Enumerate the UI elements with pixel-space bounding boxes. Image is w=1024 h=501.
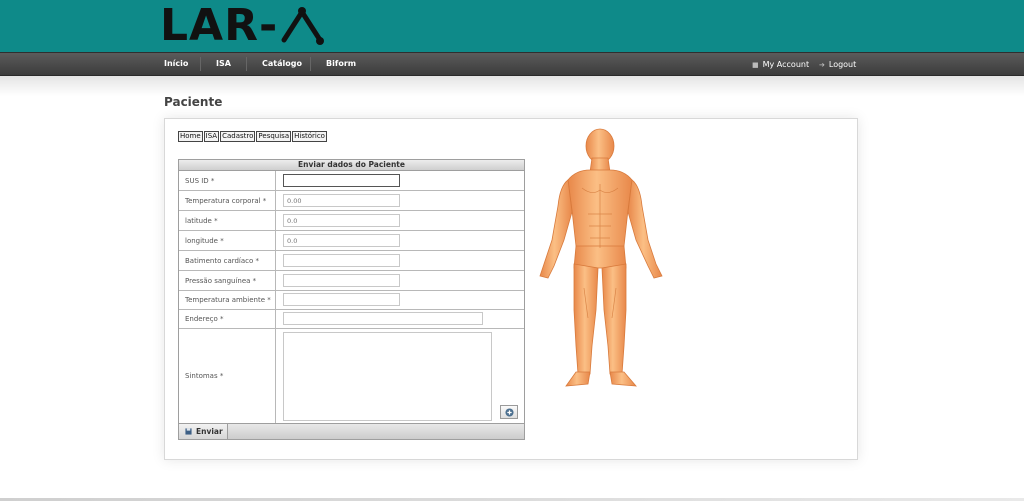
user-icon: ■ [752,60,759,69]
ambient-temperature-input[interactable] [283,293,400,306]
form-row-address: Endereço * [179,310,524,329]
form-caption: Enviar dados do Paciente [179,160,524,171]
logo[interactable]: LAR- [160,4,326,48]
form-row-symptoms: Sintomas * [179,329,524,423]
field-label: latitude * [179,211,276,230]
form-footer: Enviar [179,423,524,439]
save-disk-icon [185,428,192,435]
nav-separator [246,57,247,71]
textarea-action-button[interactable] [500,405,518,419]
symptoms-textarea[interactable] [283,332,492,421]
logout-link[interactable]: ➔ Logout [819,53,856,76]
field-label: Pressão sanguínea * [179,271,276,290]
nav-item-biform[interactable]: Biform [326,53,356,76]
blood-pressure-input[interactable] [283,274,400,287]
form-row-ambient-temp: Temperatura ambiente * [179,291,524,310]
link-cadastro[interactable]: Cadastro [220,131,256,142]
link-historico[interactable]: Histórico [292,131,327,142]
field-label: Temperatura ambiente * [179,291,276,309]
human-body-illustration [539,128,663,387]
form-row-body-temp: Temperatura corporal * [179,191,524,211]
heart-rate-input[interactable] [283,254,400,267]
add-circle-icon [504,407,514,417]
field-label: longitude * [179,231,276,250]
header-bar: LAR- [0,0,1024,52]
address-input[interactable] [283,312,483,325]
form-row-sus-id: SUS ID * [179,171,524,191]
sus-id-input[interactable] [283,174,400,187]
field-label: SUS ID * [179,171,276,190]
field-label: Sintomas * [179,329,276,423]
my-account-label: My Account [762,59,810,69]
form-row-heart-rate: Batimento cardíaco * [179,251,524,271]
field-label: Endereço * [179,310,276,328]
logout-label: Logout [828,59,857,69]
field-label: Temperatura corporal * [179,191,276,210]
submit-label: Enviar [196,427,223,436]
longitude-input[interactable] [283,234,400,247]
breadcrumb-links: Home ISA Cadastro Pesquisa Histórico [178,131,327,142]
nav-item-catalogo[interactable]: Catálogo [262,53,302,76]
header-shadow [0,76,1024,96]
my-account-link[interactable]: ■ My Account [752,53,809,76]
nav-separator [310,57,311,71]
latitude-input[interactable] [283,214,400,227]
field-label: Batimento cardíaco * [179,251,276,270]
link-pesquisa[interactable]: Pesquisa [256,131,292,142]
top-navbar: Início ISA Catálogo Biform ■ My Account … [0,52,1024,76]
logout-arrow-icon: ➔ [819,60,825,69]
logo-lambda-icon [281,7,325,45]
page-title: Paciente [164,95,223,109]
link-isa[interactable]: ISA [203,131,220,142]
form-row-longitude: longitude * [179,231,524,251]
form-row-latitude: latitude * [179,211,524,231]
submit-button[interactable]: Enviar [179,424,228,439]
nav-separator [200,57,201,71]
patient-form: Enviar dados do Paciente SUS ID * Temper… [178,159,525,440]
nav-item-inicio[interactable]: Início [164,53,188,76]
body-temperature-input[interactable] [283,194,400,207]
logo-text: LAR- [160,0,279,51]
link-home[interactable]: Home [178,131,203,142]
nav-item-isa[interactable]: ISA [216,53,231,76]
form-row-blood-pressure: Pressão sanguínea * [179,271,524,291]
